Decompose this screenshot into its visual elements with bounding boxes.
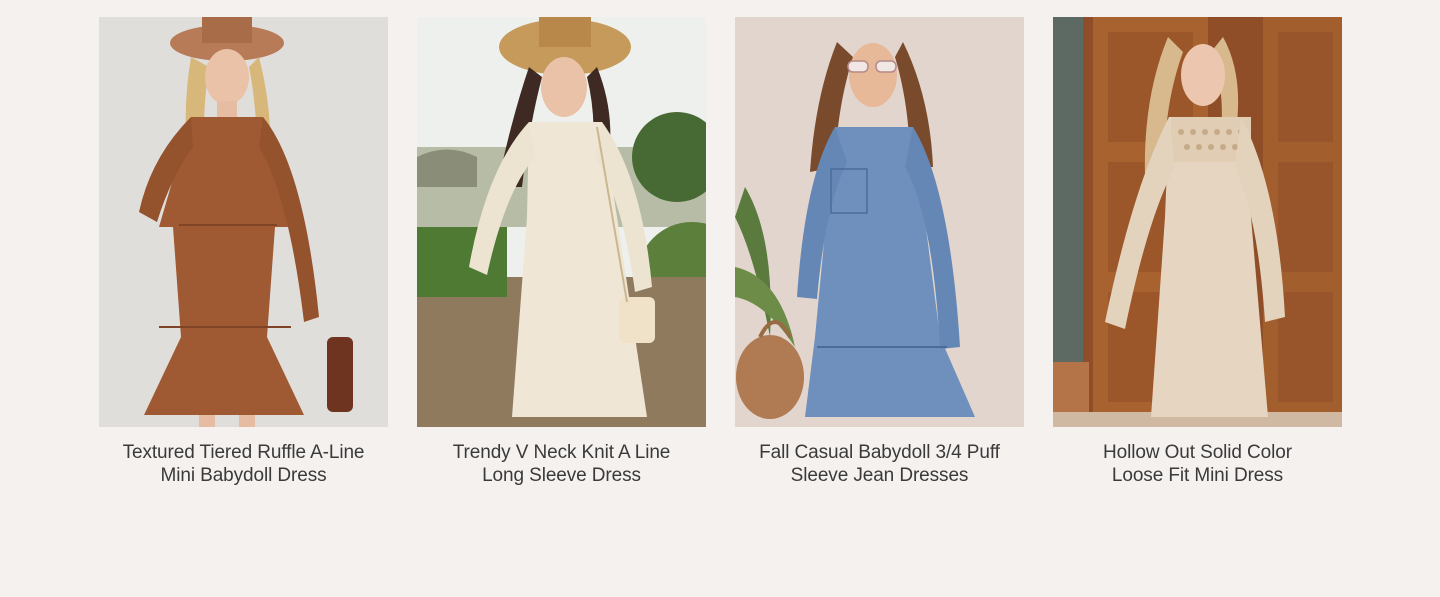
product-image[interactable] bbox=[1053, 17, 1342, 427]
product-title-line: Hollow Out Solid Color bbox=[1103, 442, 1292, 463]
product-grid: Textured Tiered Ruffle A-Line Mini Babyd… bbox=[0, 0, 1440, 597]
product-card[interactable]: Fall Casual Babydoll 3/4 Puff Sleeve Jea… bbox=[735, 17, 1024, 487]
product-title[interactable]: Trendy V Neck Knit A Line Long Sleeve Dr… bbox=[417, 441, 706, 487]
product-title-line: Mini Babydoll Dress bbox=[160, 465, 327, 486]
product-title[interactable]: Textured Tiered Ruffle A-Line Mini Babyd… bbox=[99, 441, 388, 487]
product-title-line: Trendy V Neck Knit A Line bbox=[452, 442, 671, 463]
product-card[interactable]: Hollow Out Solid Color Loose Fit Mini Dr… bbox=[1053, 17, 1342, 487]
product-image[interactable] bbox=[99, 17, 388, 427]
product-card[interactable]: Trendy V Neck Knit A Line Long Sleeve Dr… bbox=[417, 17, 706, 487]
product-title-line: Loose Fit Mini Dress bbox=[1111, 465, 1284, 486]
product-title-line: Fall Casual Babydoll 3/4 Puff bbox=[759, 442, 1000, 463]
product-card[interactable]: Textured Tiered Ruffle A-Line Mini Babyd… bbox=[99, 17, 388, 487]
product-title-line: Long Sleeve Dress bbox=[482, 465, 641, 486]
product-title[interactable]: Hollow Out Solid Color Loose Fit Mini Dr… bbox=[1053, 441, 1342, 487]
product-title-line: Textured Tiered Ruffle A-Line bbox=[122, 442, 365, 463]
product-image[interactable] bbox=[735, 17, 1024, 427]
product-title[interactable]: Fall Casual Babydoll 3/4 Puff Sleeve Jea… bbox=[735, 441, 1024, 487]
product-title-line: Sleeve Jean Dresses bbox=[790, 465, 969, 486]
product-image[interactable] bbox=[417, 17, 706, 427]
